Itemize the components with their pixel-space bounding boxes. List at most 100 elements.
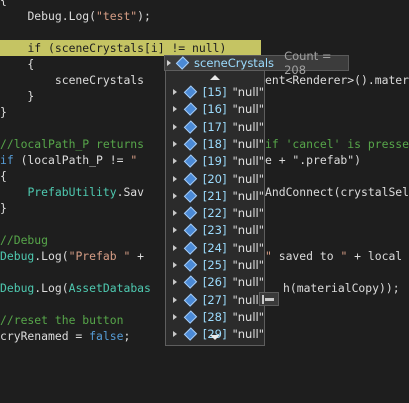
expand-arrow-icon[interactable] <box>173 262 177 268</box>
list-item[interactable]: [21] "null" <box>166 188 264 204</box>
item-value: "null" <box>232 206 264 221</box>
item-index: [24] <box>202 240 227 255</box>
expand-arrow-icon[interactable] <box>173 313 177 320</box>
code-line: } <box>0 201 7 215</box>
variable-cube-icon <box>183 258 198 272</box>
expand-arrow-icon[interactable] <box>173 175 177 182</box>
variable-cube-icon <box>183 119 198 134</box>
code-line-fragment: AndConnect(crystalSel <box>265 185 409 199</box>
item-value: "null" <box>232 102 264 117</box>
comment-fragment: if 'cancel' is presse <box>265 137 409 151</box>
code-line: PrefabUtility.Sav <box>27 185 145 199</box>
item-value: "null" <box>232 136 264 151</box>
item-value: "null" <box>232 309 264 324</box>
datatip-list[interactable]: [15] "null" [16] "null" [17] "null" [18] "null"… <box>165 70 265 346</box>
code-line: Debug.Log("test"); <box>27 9 151 23</box>
variable-cube-icon <box>183 206 198 220</box>
item-index: [21] <box>202 188 227 203</box>
code-line-fragment: h(materialCopy)); <box>283 281 400 295</box>
scroll-up-icon[interactable] <box>166 71 264 83</box>
current-statement-line: if (sceneCrystals[i] != null) <box>0 40 261 56</box>
list-item[interactable]: [16] "null" <box>166 101 264 117</box>
code-line: cryRenamed = false; <box>0 329 131 343</box>
item-index: [23] <box>202 223 227 238</box>
variable-cube-icon <box>183 189 198 203</box>
code-line: if (localPath_P != " <box>0 153 138 167</box>
list-item[interactable]: [25] "null" <box>166 257 264 273</box>
list-item[interactable]: [17] "null" <box>166 119 264 135</box>
variable-name: sceneCrystals <box>194 56 275 70</box>
code-line: { <box>0 169 7 183</box>
code-line-fragment: " saved to " + local <box>265 249 403 263</box>
comment-line: //Debug <box>0 233 49 247</box>
item-index: [20] <box>202 171 227 186</box>
item-index: [15] <box>202 85 227 99</box>
item-value: "null" <box>232 154 264 169</box>
variable-cube-icon <box>183 223 198 238</box>
item-index: [28] <box>202 309 227 324</box>
item-value: "null" <box>232 275 264 290</box>
variable-cube-icon <box>183 275 198 289</box>
datatip-header[interactable]: sceneCrystals Count = 208 <box>164 49 349 77</box>
item-index: [27] <box>202 292 227 307</box>
variable-cube-icon <box>183 241 198 255</box>
expand-arrow-icon[interactable] <box>173 158 177 165</box>
item-value: "null" <box>232 171 264 186</box>
expand-arrow-icon[interactable] <box>173 279 177 286</box>
list-item[interactable]: [22] "null" <box>166 205 264 221</box>
code-line: Debug.Log(AssetDatabas <box>0 281 151 295</box>
list-item[interactable]: [23] "null" <box>166 222 264 238</box>
code-line: } <box>0 105 7 119</box>
item-value: "null" <box>232 188 264 203</box>
list-item[interactable]: [26] "null" <box>166 274 264 290</box>
code-line: sceneCrystals <box>0 73 145 87</box>
code-line-fragment: e + ".prefab") <box>265 153 362 167</box>
item-index: [26] <box>202 275 227 290</box>
item-index: [25] <box>202 258 227 272</box>
expand-arrow-icon[interactable] <box>173 192 177 199</box>
count-label: Count = 208 <box>284 49 332 77</box>
item-value: "null" <box>232 240 264 255</box>
item-index: [22] <box>202 206 227 221</box>
expand-arrow-icon[interactable] <box>173 106 177 113</box>
item-index: [19] <box>202 154 227 169</box>
expand-arrow-icon[interactable] <box>173 123 177 130</box>
list-item[interactable]: [27] "null" <box>166 292 264 308</box>
comment-line: //reset the button <box>0 313 124 327</box>
expand-arrow-icon[interactable] <box>173 296 177 303</box>
list-item[interactable]: [28] "null" <box>166 309 264 325</box>
list-item[interactable]: [24] "null" <box>166 240 264 256</box>
item-value: "null" <box>232 223 264 238</box>
list-item[interactable]: [18] "null" <box>166 136 264 152</box>
code-line: } <box>0 89 35 103</box>
variable-cube-icon <box>183 154 198 168</box>
item-index: [17] <box>202 119 227 134</box>
pin-icon[interactable] <box>259 292 279 306</box>
variable-cube-icon <box>183 102 198 116</box>
scroll-down-icon[interactable] <box>166 331 264 343</box>
item-value: "null" <box>232 258 264 272</box>
expand-arrow-icon[interactable] <box>173 140 177 147</box>
item-value: "null" <box>232 119 264 134</box>
item-index: [16] <box>202 102 227 117</box>
expand-arrow-icon[interactable] <box>173 89 177 95</box>
expand-arrow-icon[interactable] <box>167 60 171 66</box>
variable-cube-icon <box>183 171 198 186</box>
list-item[interactable]: [15] "null" <box>166 84 264 100</box>
list-item[interactable]: [20] "null" <box>166 171 264 187</box>
variable-cube-icon <box>175 56 190 70</box>
code-line: Debug.Log("Prefab " + <box>0 249 145 263</box>
variable-cube-icon <box>183 85 198 99</box>
item-index: [18] <box>202 136 227 151</box>
code-line: { <box>0 0 7 7</box>
list-item[interactable]: [19] "null" <box>166 153 264 169</box>
variable-cube-icon <box>183 310 198 324</box>
expand-arrow-icon[interactable] <box>173 244 177 251</box>
expand-arrow-icon[interactable] <box>173 227 177 234</box>
code-line: { <box>0 57 35 71</box>
expand-arrow-icon[interactable] <box>173 210 177 217</box>
item-value: "null" <box>232 85 264 99</box>
variable-cube-icon <box>183 292 198 307</box>
comment-line: //localPath_P returns <box>0 137 145 151</box>
variable-cube-icon <box>183 137 198 151</box>
